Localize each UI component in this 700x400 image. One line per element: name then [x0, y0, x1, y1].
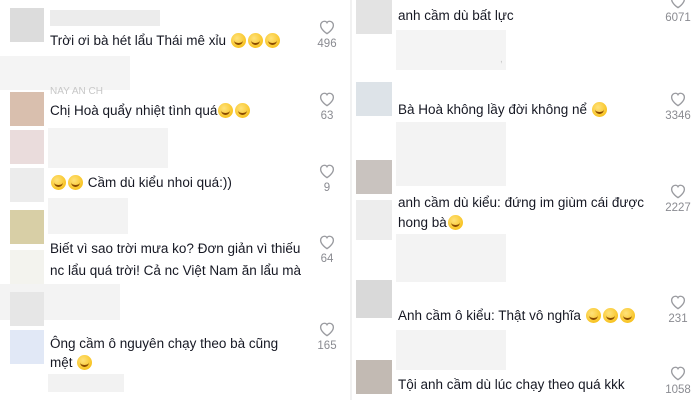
- like-count: 3346: [665, 110, 691, 122]
- comment-text: Anh cầm ô kiểu: Thật vô nghĩa: [398, 305, 636, 327]
- heart-outline-icon: [670, 295, 686, 310]
- comment-text: Biết vì sao trời mưa ko? Đơn giản vì thi…: [50, 241, 301, 256]
- like-count: 6071: [665, 12, 691, 24]
- like-button[interactable]: 64: [307, 233, 347, 265]
- avatar[interactable]: [356, 82, 392, 116]
- tears-of-joy-emoji: [218, 103, 234, 118]
- like-count: 63: [320, 110, 334, 122]
- avatar[interactable]: [10, 292, 44, 326]
- like-count: 1058: [665, 384, 691, 396]
- avatar[interactable]: [356, 160, 392, 194]
- comment-text: anh cầm dù kiểu: đứng im giùm cái được: [398, 195, 645, 210]
- redacted-area: [396, 30, 506, 70]
- tears-of-joy-emoji: [602, 308, 618, 323]
- grinning-sweat-emoji: [591, 102, 607, 117]
- heart-outline-icon: [319, 164, 335, 179]
- like-button[interactable]: 2227: [658, 182, 698, 214]
- grinning-sweat-emoji: [264, 33, 280, 48]
- tears-of-joy-emoji: [619, 308, 635, 323]
- like-button[interactable]: 63: [307, 90, 347, 122]
- heart-outline-icon: [319, 235, 335, 250]
- comment-text-line2: mệt: [50, 352, 93, 374]
- username-redacted[interactable]: [396, 234, 506, 282]
- avatar[interactable]: [356, 200, 392, 240]
- like-button[interactable]: 6071: [658, 0, 698, 24]
- like-button[interactable]: 165: [307, 320, 347, 352]
- username-redacted[interactable]: [396, 122, 506, 186]
- comments-panel-right: anh cầm dù bất lực 6071 , Bà Hoà không l…: [352, 0, 700, 400]
- redacted-area: [48, 374, 124, 392]
- username-redacted[interactable]: [50, 10, 160, 26]
- like-count: 496: [317, 38, 337, 50]
- heart-outline-icon: [670, 366, 686, 381]
- redacted-area: [0, 56, 130, 90]
- like-button[interactable]: 3346: [658, 90, 698, 122]
- like-button[interactable]: 9: [307, 162, 347, 194]
- username-redacted[interactable]: [48, 128, 168, 168]
- tears-of-joy-emoji: [68, 175, 83, 190]
- username[interactable]: NAY AN CH: [50, 86, 103, 97]
- like-button[interactable]: 231: [658, 293, 698, 325]
- grinning-sweat-emoji: [230, 33, 246, 48]
- heart-outline-icon: [671, 0, 685, 9]
- comment-text: Cầm dù kiểu nhoi quá:)): [50, 172, 232, 194]
- tears-of-joy-emoji: [51, 175, 66, 190]
- grinning-sweat-emoji: [247, 33, 263, 48]
- heart-outline-icon: [319, 322, 335, 337]
- avatar[interactable]: [10, 330, 44, 364]
- heart-outline-icon: [319, 92, 335, 107]
- like-count: 165: [317, 340, 337, 352]
- avatar[interactable]: [356, 360, 392, 394]
- avatar[interactable]: [10, 168, 44, 202]
- avatar[interactable]: [10, 92, 44, 126]
- like-button[interactable]: 496: [307, 18, 347, 50]
- tears-of-joy-emoji: [77, 355, 93, 370]
- comment-text: Chị Hoà quẩy nhiệt tình quá: [50, 100, 251, 122]
- comment-text-line2: nc lẩu quá trời! Cả nc Việt Nam ăn lẩu m…: [50, 263, 301, 278]
- reply-marker: ,: [500, 54, 503, 65]
- like-count: 64: [320, 253, 334, 265]
- like-count: 231: [668, 313, 688, 325]
- heart-outline-icon: [319, 20, 335, 35]
- like-button[interactable]: 1058: [658, 364, 698, 396]
- comment-text: Trời ơi bà hét lẩu Thái mê xỉu: [50, 30, 281, 52]
- tears-of-joy-emoji: [235, 103, 251, 118]
- username-redacted[interactable]: [396, 330, 506, 370]
- heart-outline-icon: [670, 92, 686, 107]
- heart-outline-icon: [670, 184, 686, 199]
- avatar[interactable]: [10, 8, 44, 42]
- username-redacted[interactable]: [48, 198, 128, 234]
- comment-text: anh cầm dù bất lực: [398, 8, 514, 23]
- avatar[interactable]: [10, 250, 44, 284]
- comment-text: Bà Hoà không lầy đời không nể: [398, 99, 608, 121]
- like-count: 9: [323, 182, 331, 194]
- tears-of-joy-emoji: [585, 308, 601, 323]
- avatar[interactable]: [356, 280, 392, 318]
- like-count: 2227: [665, 202, 691, 214]
- avatar[interactable]: [356, 0, 392, 34]
- avatar[interactable]: [10, 210, 44, 244]
- avatar[interactable]: [10, 130, 44, 164]
- comments-panel-left: Trời ơi bà hét lẩu Thái mê xỉu 496 NAY A…: [0, 0, 350, 400]
- comment-text: Tội anh cầm dù lúc chạy theo quá kkk: [398, 377, 625, 392]
- grinning-sweat-emoji: [447, 215, 463, 230]
- comment-text-line2: hong bà: [398, 212, 464, 234]
